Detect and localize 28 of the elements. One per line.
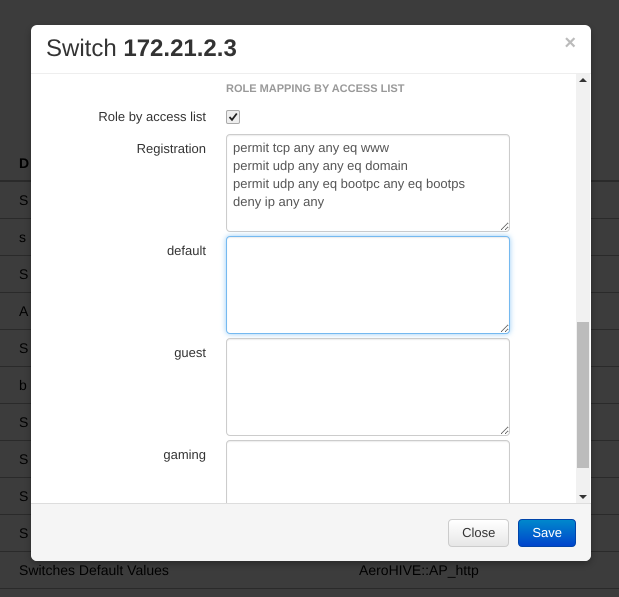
table-cell: s <box>19 229 26 245</box>
table-cell: S <box>19 414 28 430</box>
scroll-thumb[interactable] <box>577 322 589 468</box>
scrollbar[interactable] <box>576 74 590 503</box>
field-label: guest <box>173 344 207 362</box>
table-cell: A <box>19 303 28 319</box>
table-cell: S <box>19 525 28 541</box>
table-cell: S <box>19 192 28 208</box>
table-cell: S <box>19 488 28 504</box>
checkbox[interactable] <box>226 110 240 124</box>
field-label: Registration <box>136 140 207 158</box>
field-label: default <box>166 242 207 260</box>
field-label: gaming <box>162 446 207 464</box>
close-button[interactable]: Close <box>448 518 510 546</box>
table-cell: S <box>19 340 28 356</box>
text-area[interactable]: permit tcp any any eq www permit udp any any eq domain permit udp any eq bootpc any eq bootps deny ip any any <box>226 134 510 232</box>
dialog-title: Switch 172.21.2.3 <box>46 35 237 63</box>
table-cell: Switches Default Values <box>19 562 169 578</box>
table-cell: S <box>19 451 28 467</box>
text-area[interactable] <box>226 236 510 334</box>
table-cell: S <box>19 266 28 282</box>
text-area[interactable] <box>226 338 510 436</box>
field-label: Role by access list <box>97 109 207 124</box>
table-header: D <box>19 154 30 170</box>
section-heading: ROLE MAPPING BY ACCESS LIST <box>226 82 406 97</box>
table-cell: b <box>19 377 27 393</box>
table-cell: AeroHIVE::AP_http <box>359 562 479 578</box>
save-button[interactable]: Save <box>518 518 576 546</box>
